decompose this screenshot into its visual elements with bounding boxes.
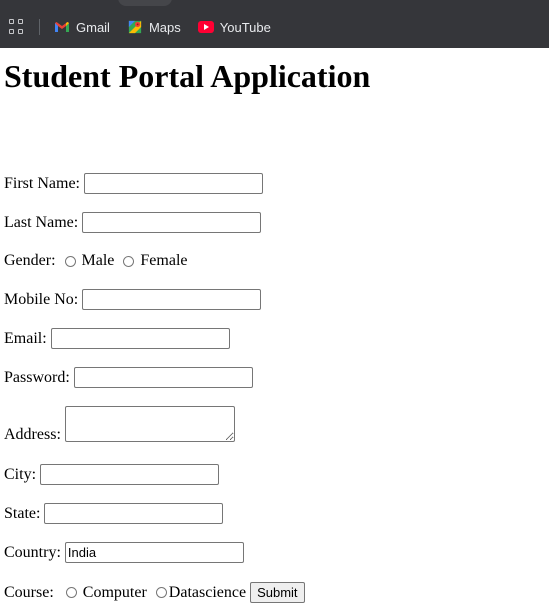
country-row: Country: <box>4 542 244 563</box>
course-label: Course: <box>4 583 54 601</box>
first-name-label: First Name: <box>4 174 80 192</box>
city-input[interactable] <box>40 464 220 485</box>
first-name-input[interactable] <box>84 173 263 194</box>
course-computer-radio[interactable] <box>65 587 77 598</box>
gender-male-radio[interactable] <box>64 255 76 267</box>
address-row: Address: <box>4 406 235 443</box>
password-input[interactable] <box>73 367 253 388</box>
state-input[interactable] <box>44 503 224 524</box>
course-computer-label: Computer <box>82 583 147 601</box>
gmail-icon <box>55 22 69 32</box>
last-name-label: Last Name: <box>4 213 79 231</box>
bookmark-label: Gmail <box>76 19 110 35</box>
password-row: Password: <box>4 367 253 388</box>
page-title: Student Portal Application <box>4 58 371 94</box>
browser-tab[interactable] <box>118 0 172 6</box>
address-label: Address: <box>4 426 61 443</box>
last-name-row: Last Name: <box>4 212 262 233</box>
country-label: Country: <box>4 543 61 561</box>
gender-male-label: Male <box>81 252 115 269</box>
email-input[interactable] <box>50 328 230 349</box>
bookmarks-bar: Gmail Maps YouTube <box>0 0 549 48</box>
password-label: Password: <box>4 368 70 386</box>
last-name-input[interactable] <box>82 212 262 233</box>
email-row: Email: <box>4 328 230 349</box>
bookmark-separator <box>39 19 40 35</box>
bookmark-label: YouTube <box>219 19 271 35</box>
state-label: State: <box>4 504 41 522</box>
bookmark-gmail[interactable]: Gmail <box>54 20 110 35</box>
course-row: Course: Computer Datascience Submit <box>4 582 305 603</box>
country-input[interactable] <box>64 542 244 563</box>
gender-female-radio[interactable] <box>123 255 135 267</box>
page-content: Student Portal Application First Name: L… <box>0 58 549 603</box>
course-datascience-label: Datascience <box>168 583 247 601</box>
bookmark-label: Maps <box>148 19 181 35</box>
mobile-input[interactable] <box>82 289 262 310</box>
state-row: State: <box>4 503 224 524</box>
city-label: City: <box>4 465 37 483</box>
mobile-label: Mobile No: <box>4 290 79 308</box>
bookmark-maps[interactable]: Maps <box>127 20 181 35</box>
bookmark-youtube[interactable]: YouTube <box>197 19 271 35</box>
gender-label: Gender: <box>4 252 56 269</box>
email-label: Email: <box>4 329 47 347</box>
gender-female-label: Female <box>140 252 188 269</box>
address-textarea[interactable] <box>64 406 235 442</box>
course-datascience-radio[interactable] <box>155 587 167 598</box>
youtube-icon <box>197 21 214 33</box>
apps-grid-icon[interactable] <box>9 19 25 35</box>
mobile-row: Mobile No: <box>4 289 262 310</box>
submit-button[interactable]: Submit <box>250 582 305 603</box>
maps-icon <box>128 20 142 34</box>
gender-row: Gender: Male Female <box>4 252 188 270</box>
city-row: City: <box>4 464 220 485</box>
first-name-row: First Name: <box>4 173 263 194</box>
